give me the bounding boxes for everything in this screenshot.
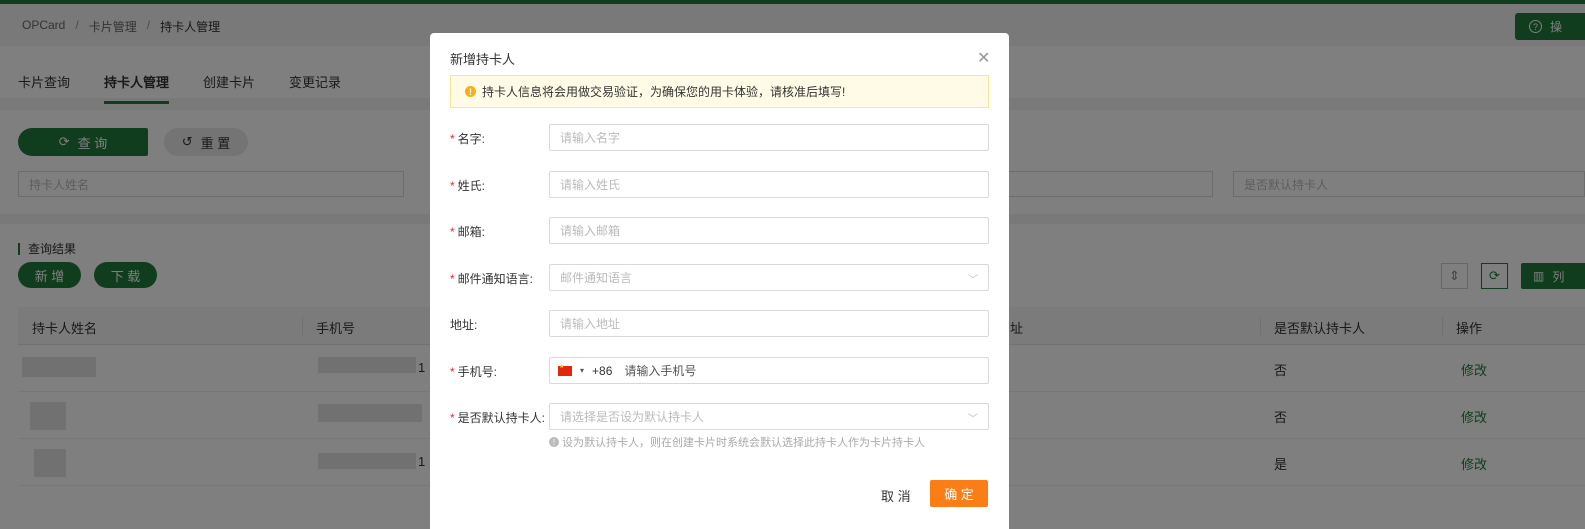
email-input[interactable]: 请输入邮箱 bbox=[549, 217, 989, 244]
add-cardholder-modal: 新增持卡人 ✕ ! 持卡人信息将会用做交易验证，为确保您的用卡体验，请核准后填写… bbox=[430, 33, 1009, 529]
chevron-down-icon: ﹀ bbox=[968, 414, 978, 425]
first-name-input[interactable]: 请输入名字 bbox=[549, 124, 989, 151]
default-cardholder-hint: ! 设为默认持卡人，则在创建卡片时系统会默认选择此持卡人作为卡片持卡人 bbox=[549, 434, 925, 450]
default-cardholder-label: * 是否默认持卡人: bbox=[450, 411, 546, 425]
cancel-button[interactable]: 取 消 bbox=[881, 486, 911, 505]
default-cardholder-select[interactable]: 请选择是否设为默认持卡人 ﹀ bbox=[549, 403, 989, 430]
caret-down-icon[interactable]: ▾ bbox=[580, 366, 584, 375]
address-input[interactable]: 请输入地址 bbox=[549, 310, 989, 337]
address-label: 地址: bbox=[450, 318, 478, 332]
chevron-down-icon: ﹀ bbox=[968, 275, 978, 286]
modal-title: 新增持卡人 bbox=[450, 52, 516, 67]
first-name-label: * 名字: bbox=[450, 132, 486, 146]
close-icon[interactable]: ✕ bbox=[977, 48, 990, 68]
info-icon: ! bbox=[549, 437, 559, 447]
info-alert: ! 持卡人信息将会用做交易验证，为确保您的用卡体验，请核准后填写! bbox=[450, 75, 989, 108]
last-name-input[interactable]: 请输入姓氏 bbox=[549, 171, 989, 198]
warning-icon: ! bbox=[465, 86, 476, 97]
confirm-button[interactable]: 确 定 bbox=[930, 480, 988, 507]
language-label: * 邮件通知语言: bbox=[450, 272, 534, 286]
email-label: * 邮箱: bbox=[450, 225, 486, 239]
last-name-label: * 姓氏: bbox=[450, 179, 486, 193]
phone-placeholder: 请输入手机号 bbox=[624, 364, 697, 378]
phone-input[interactable]: ▾ +86 请输入手机号 bbox=[549, 357, 989, 384]
language-select[interactable]: 邮件通知语言 ﹀ bbox=[549, 264, 989, 291]
china-flag-icon[interactable] bbox=[558, 363, 572, 376]
phone-label: * 手机号: bbox=[450, 365, 498, 379]
country-code: +86 bbox=[592, 363, 613, 378]
alert-text: 持卡人信息将会用做交易验证，为确保您的用卡体验，请核准后填写! bbox=[482, 85, 846, 99]
